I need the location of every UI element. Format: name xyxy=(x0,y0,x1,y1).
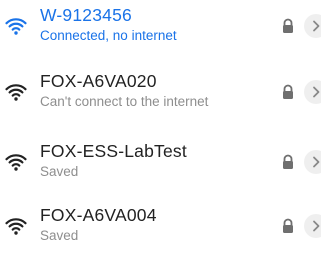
network-status: Saved xyxy=(40,228,79,243)
network-ssid: FOX-ESS-LabTest xyxy=(40,141,187,161)
wifi-icon xyxy=(4,150,28,174)
network-status: Can't connect to the internet xyxy=(40,94,209,109)
chevron-right-icon xyxy=(313,220,320,232)
chevron-right-icon xyxy=(313,156,320,168)
chevron-right-icon xyxy=(313,86,320,98)
network-text: FOX-A6VA004 Saved xyxy=(40,200,260,256)
chevron-right-icon xyxy=(313,20,320,32)
network-ssid: FOX-A6VA020 xyxy=(40,71,157,91)
wifi-network-item-w-9123456[interactable]: W-9123456 Connected, no internet xyxy=(0,0,321,56)
wifi-network-list: W-9123456 Connected, no internet FOX-A6V… xyxy=(0,0,321,253)
wifi-icon xyxy=(4,214,28,238)
network-ssid: FOX-A6VA004 xyxy=(40,205,157,225)
lock-icon xyxy=(281,218,295,234)
wifi-icon xyxy=(4,14,28,38)
network-status: Saved xyxy=(40,164,79,179)
lock-icon xyxy=(281,154,295,170)
network-text: FOX-A6VA020 Can't connect to the interne… xyxy=(40,66,260,122)
lock-icon xyxy=(281,84,295,100)
network-details-button[interactable] xyxy=(304,14,321,38)
network-details-button[interactable] xyxy=(304,150,321,174)
wifi-network-item-fox-a6va020[interactable]: FOX-A6VA020 Can't connect to the interne… xyxy=(0,66,321,122)
network-status: Connected, no internet xyxy=(40,28,177,43)
network-details-button[interactable] xyxy=(304,214,321,238)
wifi-network-item-fox-ess-labtest[interactable]: FOX-ESS-LabTest Saved xyxy=(0,136,321,192)
network-text: FOX-ESS-LabTest Saved xyxy=(40,136,260,192)
network-ssid: W-9123456 xyxy=(40,5,132,25)
wifi-network-item-fox-a6va004[interactable]: FOX-A6VA004 Saved xyxy=(0,200,321,256)
network-details-button[interactable] xyxy=(304,80,321,104)
wifi-icon xyxy=(4,80,28,104)
lock-icon xyxy=(281,18,295,34)
network-text: W-9123456 Connected, no internet xyxy=(40,0,260,56)
